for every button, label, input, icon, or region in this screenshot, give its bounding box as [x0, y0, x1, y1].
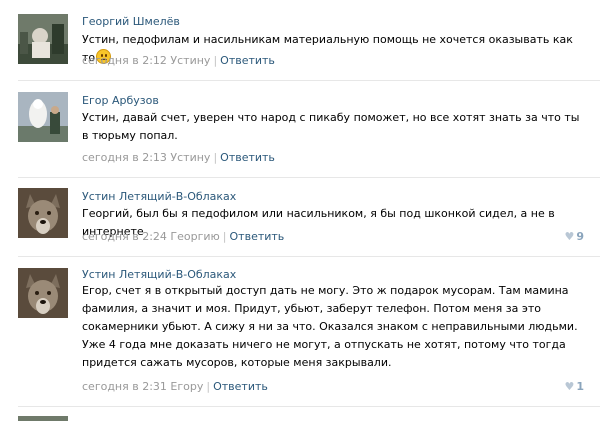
- reply-link[interactable]: Ответить: [220, 54, 275, 67]
- comment-meta: сегодня в 2:24 Георгию | Ответить: [82, 230, 284, 243]
- comment-divider: [18, 406, 600, 407]
- avatar[interactable]: [18, 188, 68, 238]
- comment-timestamp[interactable]: сегодня в 2:12 Устину: [82, 54, 210, 67]
- avatar-photo-icon: [18, 14, 68, 64]
- reply-link[interactable]: Ответить: [220, 151, 275, 164]
- comment-meta: сегодня в 2:31 Егору | Ответить: [82, 380, 268, 393]
- comment-timestamp[interactable]: сегодня в 2:13 Устину: [82, 151, 210, 164]
- comment-meta: сегодня в 2:13 Устину | Ответить: [82, 151, 275, 164]
- comment-author[interactable]: Устин Летящий-В-Облаках: [82, 268, 236, 281]
- comment-author[interactable]: Устин Летящий-В-Облаках: [82, 190, 236, 203]
- like-button[interactable]: ♥ 9: [564, 230, 584, 243]
- comment-timestamp[interactable]: сегодня в 2:31 Егору: [82, 380, 203, 393]
- like-count: 1: [576, 380, 584, 393]
- comment-timestamp[interactable]: сегодня в 2:24 Георгию: [82, 230, 220, 243]
- comment-divider: [18, 177, 600, 178]
- heart-icon: ♥: [564, 230, 575, 243]
- meta-separator: |: [213, 151, 218, 164]
- wolf-avatar-icon: [18, 188, 68, 238]
- avatar-photo-icon: [18, 92, 68, 142]
- wolf-avatar-icon: [18, 268, 68, 318]
- meta-separator: |: [206, 380, 211, 393]
- comment-text: Егор, счет я в открытый доступ дать не м…: [82, 284, 578, 369]
- comment-divider: [18, 80, 600, 81]
- heart-icon: ♥: [564, 380, 575, 393]
- reply-link[interactable]: Ответить: [213, 380, 268, 393]
- avatar[interactable]: [18, 268, 68, 318]
- meta-separator: |: [213, 54, 218, 67]
- avatar[interactable]: [18, 14, 68, 64]
- comment-author[interactable]: Егор Арбузов: [82, 94, 159, 107]
- like-button[interactable]: ♥ 1: [564, 380, 584, 393]
- comment-author[interactable]: Георгий Шмелёв: [82, 15, 180, 28]
- comment-text: Устин, давай счет, уверен что народ с пи…: [82, 111, 580, 142]
- meta-separator: |: [222, 230, 227, 243]
- like-count: 9: [576, 230, 584, 243]
- comment-divider: [18, 256, 600, 257]
- avatar[interactable]: [18, 416, 68, 421]
- reply-link[interactable]: Ответить: [230, 230, 285, 243]
- comment-meta: сегодня в 2:12 Устину | Ответить: [82, 54, 275, 67]
- avatar[interactable]: [18, 92, 68, 142]
